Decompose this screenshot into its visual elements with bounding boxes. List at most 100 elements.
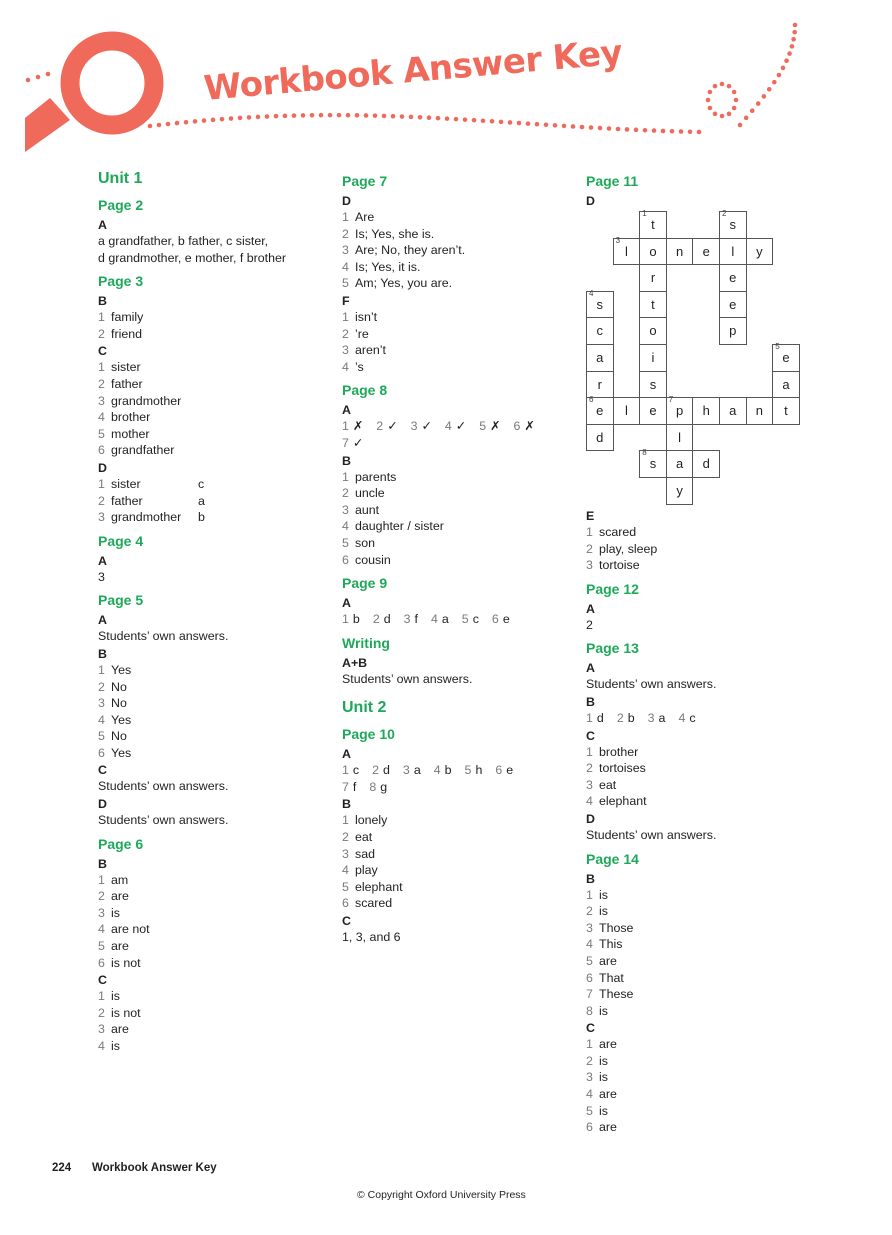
item-number: 7	[586, 987, 593, 1002]
item-answer: Yes	[111, 712, 132, 727]
crossword-cell: l	[665, 423, 694, 452]
item-answer: is	[599, 904, 608, 919]
answer-item: 6 scared	[342, 895, 572, 912]
unit-title: Unit 1	[98, 170, 143, 187]
crossword-cell: s	[639, 370, 667, 399]
item-number: 3	[647, 710, 655, 725]
section-label: F	[342, 293, 350, 308]
item-number: 6	[342, 896, 349, 911]
item-answer: ✓	[387, 419, 398, 434]
item-number: 1	[342, 309, 349, 324]
page-title: Page 4	[98, 532, 144, 549]
answer-text: a grandfather, b father, c sister,	[98, 234, 269, 248]
crossword-cell: y	[665, 477, 694, 505]
section-label: D	[586, 194, 595, 208]
item-answer: c	[689, 710, 696, 725]
item-answer: These	[599, 987, 634, 1002]
item-number: 3	[586, 777, 593, 792]
answer-item: 1 Yes	[98, 662, 328, 679]
section-label: B	[98, 294, 107, 309]
cell-letter: l	[678, 429, 682, 445]
item-answer: ✗	[490, 419, 501, 434]
item-answer: a	[658, 710, 666, 725]
answer-item: 2 play, sleep	[586, 541, 816, 558]
item-number: 1	[586, 710, 593, 725]
page-title: Writing	[342, 634, 390, 651]
item-answer: ✓	[455, 419, 467, 434]
item-answer: lonely	[355, 813, 388, 828]
cell-letter: r	[650, 270, 656, 286]
answer-item: 2 No	[98, 679, 328, 696]
answer-item: 3 grandmother b	[98, 509, 328, 526]
crossword-cell: n	[665, 237, 694, 266]
crossword-cell: 8s	[639, 448, 667, 478]
item-answer: Those	[599, 920, 634, 935]
cell-letter: s	[729, 217, 737, 232]
answer-inline-row: 1c2d3a4b5h6e	[342, 762, 572, 779]
item-number: 2	[342, 226, 349, 241]
item-number: 3	[98, 905, 105, 920]
item-number: 1	[98, 310, 105, 325]
crossword-cell: 5e	[772, 342, 800, 372]
page-title: Page 6	[98, 835, 144, 852]
cell-letter: d	[596, 429, 604, 445]
section-label: A	[98, 613, 107, 628]
item-answer: father	[111, 376, 143, 391]
answer-item: 4a	[431, 611, 449, 628]
match-letter: b	[198, 510, 205, 525]
answer-inline-row: 1 ✗ 2 ✓ 3 ✓ 4 ✓ 5 ✗ 6 ✗	[342, 418, 572, 435]
item-number: 5	[98, 729, 105, 744]
page-title: Page 10	[342, 726, 395, 743]
answer-item: 6 ✗	[513, 418, 534, 435]
answer-item: 3 ✓	[411, 418, 432, 435]
item-answer: is	[111, 1039, 120, 1053]
answer-item: 6 are	[586, 1119, 816, 1136]
item-answer: play	[355, 863, 378, 878]
item-answer: ✓	[421, 419, 432, 434]
item-number: 2	[372, 612, 380, 627]
answer-item: 4 play	[342, 862, 572, 879]
item-answer: is	[599, 1053, 608, 1068]
item-number: 3	[342, 846, 349, 861]
item-answer: are	[599, 1037, 617, 1052]
section-label: A	[98, 553, 107, 568]
item-answer: Is; Yes, she is.	[355, 226, 435, 241]
item-number: 4	[586, 937, 593, 952]
item-answer: ✗	[352, 419, 364, 434]
section-label: A+B	[342, 655, 368, 670]
item-number: 1	[342, 419, 349, 434]
item-answer: scared	[599, 525, 637, 539]
section-label: A	[586, 661, 595, 676]
clue-number: 6	[589, 395, 594, 405]
clue-number: 3	[615, 235, 621, 245]
item-number: 4	[444, 419, 452, 434]
item-answer: c	[472, 612, 479, 627]
section-label: B	[98, 856, 107, 871]
item-number: 3	[402, 763, 410, 778]
item-answer: aunt	[355, 502, 380, 517]
answer-item: 4c	[678, 710, 695, 727]
item-answer: are	[599, 1120, 617, 1135]
crossword-cell: e	[692, 237, 720, 266]
cell-letter: a	[729, 403, 737, 419]
section-label: D	[586, 811, 595, 826]
page-title: Page 8	[342, 382, 388, 399]
cell-letter: a	[596, 350, 604, 365]
item-answer: ’re	[355, 326, 369, 341]
answer-item: 3 is	[98, 905, 328, 922]
item-number: 2	[98, 493, 105, 508]
item-number: 5	[342, 879, 349, 894]
item-number: 2	[586, 1053, 593, 1068]
answer-item: 2 Is; Yes, she is.	[342, 226, 572, 243]
answer-item: 2 father	[98, 376, 328, 393]
item-answer: eat	[355, 830, 373, 845]
item-answer: daughter / sister	[355, 519, 444, 534]
cell-letter: l	[731, 243, 735, 259]
answer-item: 4 Yes	[98, 712, 328, 729]
answer-item: 5 mother	[98, 426, 328, 443]
answer-item: 4 are not	[98, 921, 328, 938]
answer-item: 5 No	[98, 728, 328, 745]
item-answer: tortoise	[599, 558, 640, 573]
answer-item: 6 Yes	[98, 745, 328, 762]
item-answer: f	[352, 779, 357, 794]
